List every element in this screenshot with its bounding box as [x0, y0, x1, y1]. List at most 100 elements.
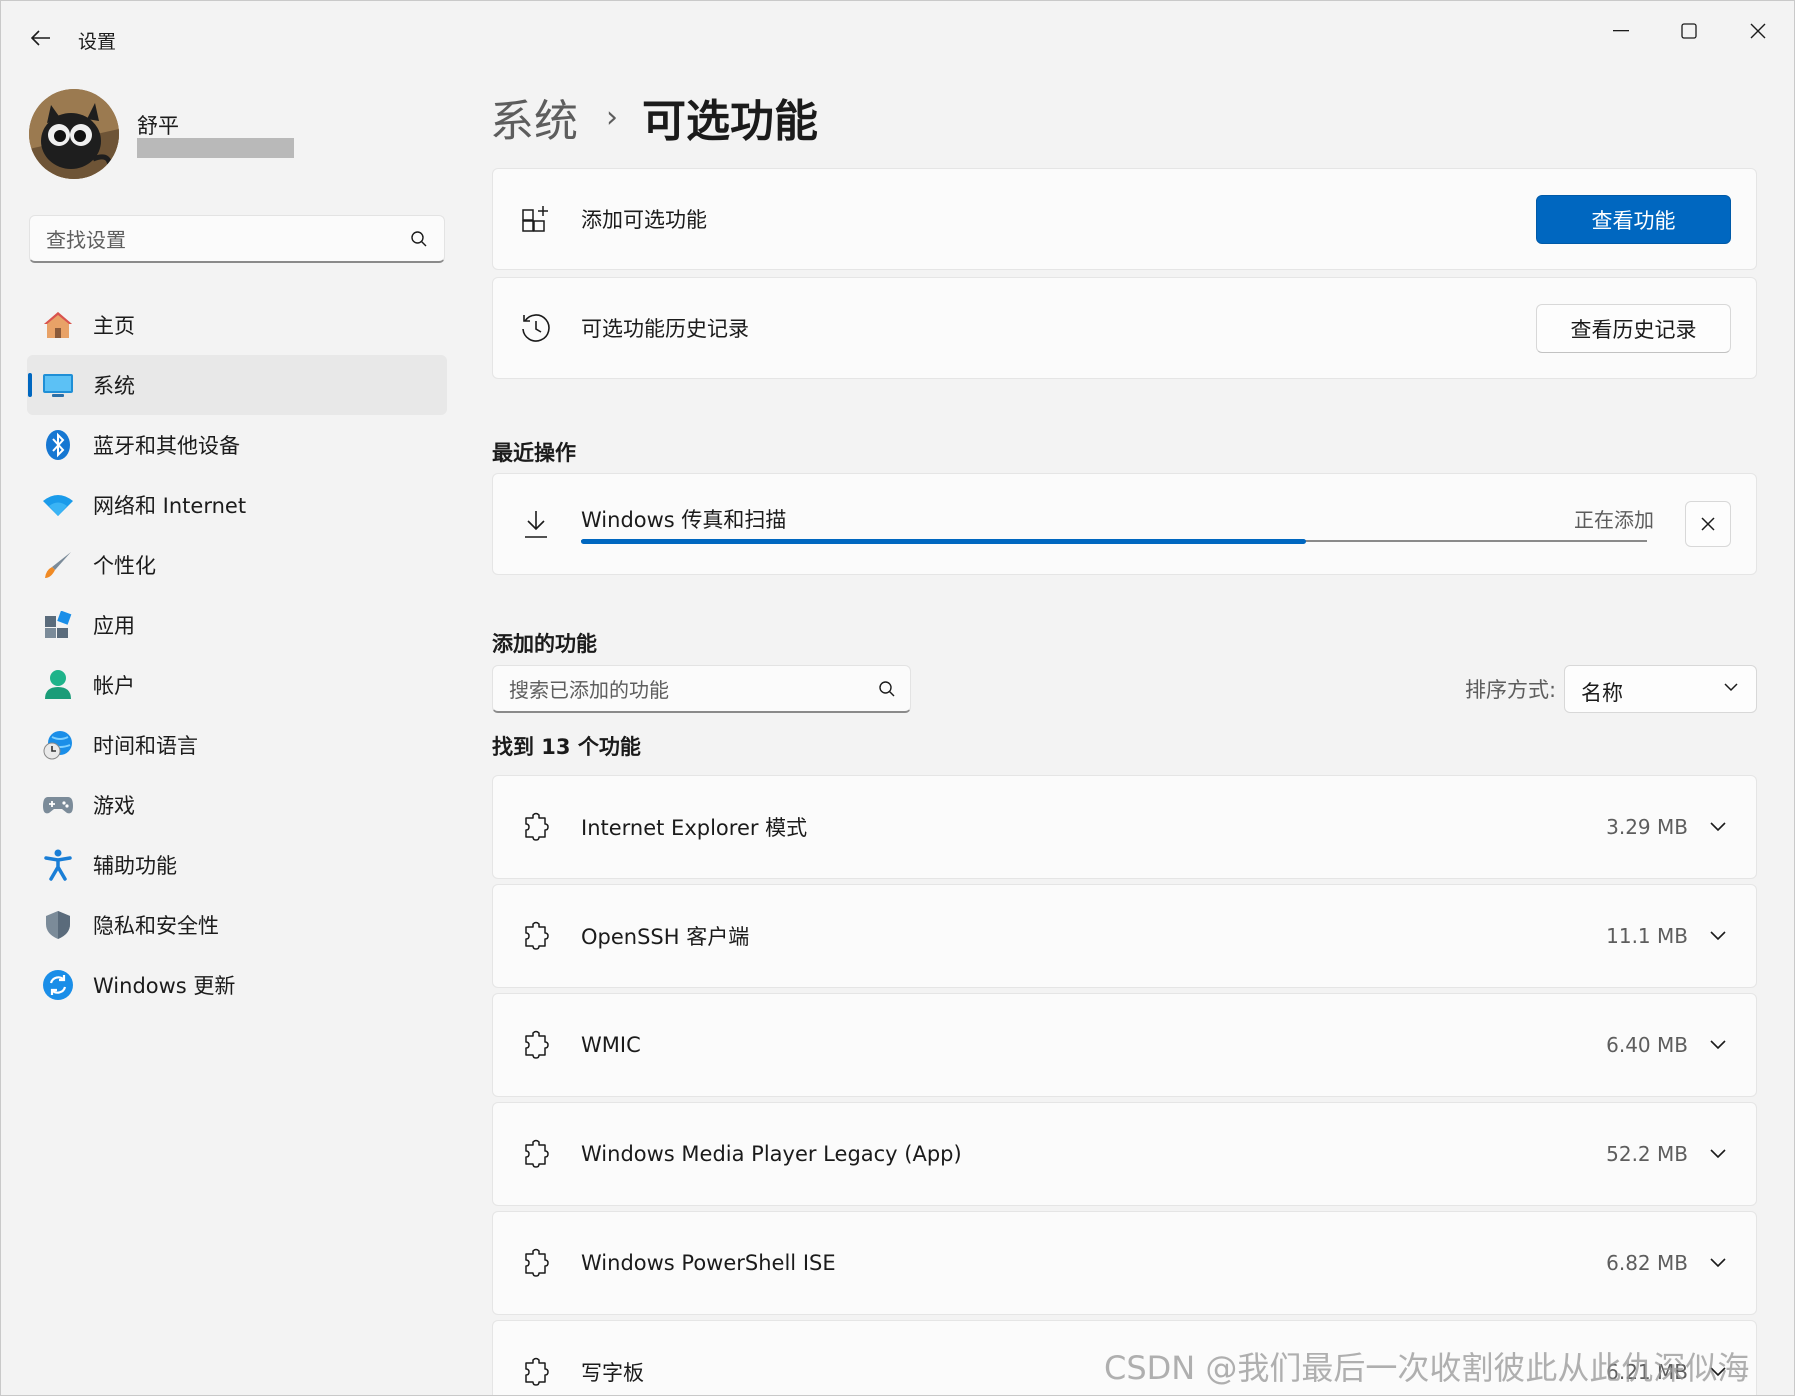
feature-size: 6.40 MB: [1606, 1033, 1688, 1057]
shield-icon: [41, 908, 75, 942]
sidebar-item-accessibility[interactable]: 辅助功能: [27, 835, 447, 895]
feature-list: Internet Explorer 模式 3.29 MB OpenSSH 客户端 11…: [492, 775, 1757, 1395]
feature-size: 11.1 MB: [1606, 924, 1688, 948]
sidebar-item-label: 个性化: [93, 554, 156, 578]
expand-button[interactable]: [1706, 1251, 1730, 1275]
minimize-button[interactable]: [1591, 11, 1651, 51]
sidebar-item-windows-update[interactable]: Windows 更新: [27, 955, 447, 1015]
minimize-icon: [1613, 30, 1629, 32]
added-features-search[interactable]: [492, 665, 911, 713]
sidebar-item-gaming[interactable]: 游戏: [27, 775, 447, 835]
chevron-down-icon: [1710, 1149, 1726, 1159]
feature-name: Windows PowerShell ISE: [581, 1251, 836, 1275]
sort-dropdown[interactable]: 名称: [1564, 665, 1757, 713]
expand-button[interactable]: [1706, 815, 1730, 839]
sidebar-item-label: 隐私和安全性: [93, 914, 219, 938]
gaming-icon: [41, 788, 75, 822]
puzzle-icon: [519, 1355, 553, 1389]
chevron-down-icon: [1710, 822, 1726, 832]
feature-size: 52.2 MB: [1606, 1142, 1688, 1166]
page-title: 可选功能: [642, 96, 818, 147]
sidebar-item-bluetooth[interactable]: 蓝牙和其他设备: [27, 415, 447, 475]
expand-button[interactable]: [1706, 1142, 1730, 1166]
settings-search[interactable]: [29, 215, 445, 263]
sidebar-item-label: 游戏: [93, 794, 135, 818]
found-count: 找到 13 个功能: [492, 735, 641, 759]
added-section-title: 添加的功能: [492, 632, 597, 656]
feature-row[interactable]: Internet Explorer 模式 3.29 MB: [492, 775, 1757, 879]
feature-row[interactable]: Windows Media Player Legacy (App) 52.2 MB: [492, 1102, 1757, 1206]
user-email-redacted: [137, 138, 294, 158]
chevron-down-icon: [1710, 1040, 1726, 1050]
view-features-button[interactable]: 查看功能: [1536, 195, 1731, 244]
maximize-icon: [1681, 23, 1697, 39]
settings-search-input[interactable]: [44, 224, 388, 256]
feature-name: WMIC: [581, 1033, 641, 1057]
expand-button[interactable]: [1706, 924, 1730, 948]
apps-icon: [41, 608, 75, 642]
breadcrumb-separator: ›: [606, 99, 618, 135]
history-label: 可选功能历史记录: [581, 317, 749, 341]
puzzle-icon: [519, 810, 553, 844]
recent-section-title: 最近操作: [492, 441, 576, 465]
sidebar-item-network[interactable]: 网络和 Internet: [27, 475, 447, 535]
sort-value: 名称: [1581, 681, 1623, 705]
added-features-search-input[interactable]: [507, 674, 851, 706]
close-button[interactable]: [1728, 11, 1788, 51]
time-language-icon: [41, 728, 75, 762]
close-icon: [1750, 23, 1766, 39]
title-bar: 设置: [1, 1, 1794, 75]
expand-button[interactable]: [1706, 1033, 1730, 1057]
sidebar-item-label: 主页: [93, 314, 135, 338]
feature-size: 3.29 MB: [1606, 815, 1688, 839]
sidebar-item-label: Windows 更新: [93, 974, 236, 998]
progress-bar: [581, 539, 1647, 544]
sidebar-item-privacy[interactable]: 隐私和安全性: [27, 895, 447, 955]
recent-item-status: 正在添加: [1574, 508, 1654, 532]
breadcrumb-parent[interactable]: 系统: [490, 85, 578, 149]
history-icon: [519, 311, 553, 345]
arrow-left-icon: [31, 30, 50, 46]
puzzle-icon: [519, 1028, 553, 1062]
feature-name: Internet Explorer 模式: [581, 816, 808, 840]
puzzle-icon: [519, 919, 553, 953]
download-icon: [519, 507, 553, 541]
search-icon: [879, 681, 895, 697]
avatar-image: [29, 89, 119, 179]
watermark: CSDN @我们最后一次收割彼此从此仇深似海: [1104, 1349, 1750, 1387]
user-name: 舒平: [137, 114, 179, 138]
cancel-install-button[interactable]: [1685, 501, 1731, 547]
chevron-down-icon: [1724, 683, 1738, 692]
feature-row[interactable]: OpenSSH 客户端 11.1 MB: [492, 884, 1757, 988]
breadcrumb: 系统 › 可选功能: [490, 83, 818, 151]
history-card: 可选功能历史记录 查看历史记录: [492, 277, 1757, 379]
system-icon: [41, 368, 75, 402]
accessibility-icon: [41, 848, 75, 882]
feature-name: OpenSSH 客户端: [581, 925, 750, 949]
sidebar-item-time-language[interactable]: 时间和语言: [27, 715, 447, 775]
feature-name: Windows Media Player Legacy (App): [581, 1142, 962, 1166]
sidebar-item-personalization[interactable]: 个性化: [27, 535, 447, 595]
recent-action-card: Windows 传真和扫描 正在添加: [492, 473, 1757, 575]
feature-row[interactable]: Windows PowerShell ISE 6.82 MB: [492, 1211, 1757, 1315]
view-history-button[interactable]: 查看历史记录: [1536, 304, 1731, 353]
windows-update-icon: [41, 968, 75, 1002]
sidebar-item-home[interactable]: 主页: [27, 295, 447, 355]
maximize-button[interactable]: [1659, 11, 1719, 51]
sidebar-item-system[interactable]: 系统: [27, 355, 447, 415]
sidebar-item-label: 辅助功能: [93, 854, 177, 878]
app-title: 设置: [78, 31, 117, 53]
avatar[interactable]: [29, 89, 119, 179]
add-feature-label: 添加可选功能: [581, 208, 707, 232]
progress-bar-fill: [581, 539, 1306, 544]
add-feature-card: 添加可选功能 查看功能: [492, 168, 1757, 270]
add-apps-icon: [519, 202, 553, 236]
sidebar-item-accounts[interactable]: 帐户: [27, 655, 447, 715]
home-icon: [41, 308, 75, 342]
puzzle-icon: [519, 1246, 553, 1280]
sidebar-item-apps[interactable]: 应用: [27, 595, 447, 655]
back-button[interactable]: [23, 23, 59, 53]
feature-row[interactable]: WMIC 6.40 MB: [492, 993, 1757, 1097]
bluetooth-icon: [41, 428, 75, 462]
chevron-down-icon: [1710, 1258, 1726, 1268]
